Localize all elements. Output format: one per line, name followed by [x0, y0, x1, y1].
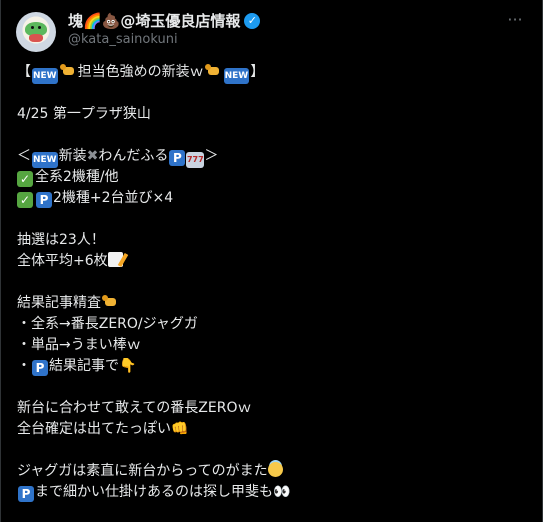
angle-close: ＞ [204, 148, 219, 164]
text-line: P まで細かい仕掛けあるのは探し甲斐も👀 [17, 482, 527, 503]
headline-text: 担当色強めの新装ｗ [77, 64, 204, 80]
parking-badge-icon: P [32, 360, 48, 376]
text-line: 【NEW 担当色強めの新装ｗ NEW】 [17, 62, 527, 84]
cross-mark-icon: ✖ [86, 148, 99, 164]
comment-text: 新台に合わせて敢えての番長ZEROｗ [17, 400, 252, 416]
bullet-text: ・全系→番長ZERO/ジャグガ [17, 316, 198, 332]
text-line: 抽選は23人！ [17, 230, 527, 251]
event-text: わんだふる [98, 148, 169, 164]
text-line: ジャグガは素直に新台からってのがまた [17, 461, 527, 482]
comment-text: 全台確定は出てたっぽい [17, 421, 171, 437]
check-mark-icon: ✓ [17, 171, 33, 187]
bullet-text: 結果記事で [49, 358, 119, 374]
text-line: 全体平均+6枚 [17, 251, 527, 272]
date-store-text: 4/25 第一プラザ狭山 [17, 106, 151, 122]
text-line: ✓ P 2機種+2台並び×4 [17, 188, 527, 209]
parking-badge-icon: P [36, 192, 52, 208]
new-badge-icon: NEW [223, 68, 250, 84]
result-text: 全系2機種/他 [35, 169, 119, 185]
check-mark-icon: ✓ [17, 192, 33, 208]
text-line: ＜ NEW 新装✖わんだふる P 777＞ [17, 146, 527, 168]
text-line: 4/25 第一プラザ狭山 [17, 104, 527, 125]
comment-text: ジャグガは素直に新台からってのがまた [17, 463, 268, 479]
smiling-halo-icon [267, 462, 283, 477]
text-line: ・ P 結果記事で👇 [17, 356, 527, 377]
new-badge-icon: NEW [32, 68, 58, 84]
bracket-close: 】 [250, 64, 265, 80]
text-line: ✓ 全系2機種/他 [17, 167, 527, 188]
parking-badge-icon: P [18, 486, 34, 502]
cat-icon [204, 64, 222, 78]
cat-icon [59, 64, 77, 78]
cat-icon [102, 295, 119, 309]
tweet-text: 【NEW 担当色強めの新装ｗ NEW】 4/25 第一プラザ狭山 ＜ NEW 新装✖わん… [17, 62, 527, 503]
name-row: 塊🌈💩@埼玉優良店情報 ✓ [68, 10, 261, 31]
event-text: 新装 [58, 148, 87, 164]
lottery-text: 抽選は23人！ [17, 232, 105, 248]
eyes-icon: 👀 [273, 484, 290, 500]
slot-machine-icon: 777 [186, 152, 205, 168]
bullet-dot: ・ [17, 358, 31, 374]
point-down-icon: 👇 [119, 358, 137, 374]
new-badge-icon: NEW [32, 152, 58, 168]
comment-text: まで細かい仕掛けあるのは探し甲斐も [35, 484, 273, 500]
user-handle[interactable]: @kata_sainokuni [68, 32, 178, 47]
text-line: 新台に合わせて敢えての番長ZEROｗ [17, 398, 527, 419]
punch-icon: 👊 [171, 421, 189, 437]
more-options-icon[interactable]: ··· [503, 12, 527, 32]
tweet-header: 塊🌈💩@埼玉優良店情報 ✓ @kata_sainokuni ··· [16, 8, 527, 52]
memo-icon [107, 252, 123, 267]
avatar[interactable] [16, 12, 56, 52]
bullet-text: ・単品→うまい棒ｗ [17, 337, 141, 353]
text-line: ・全系→番長ZERO/ジャグガ [17, 314, 527, 335]
parking-badge-icon: P [169, 150, 186, 166]
result-text: 2機種+2台並び×4 [53, 190, 174, 206]
verified-badge-icon: ✓ [244, 12, 261, 29]
bracket-open: 【 [17, 64, 31, 80]
text-line: ・単品→うまい棒ｗ [17, 335, 527, 356]
angle-open: ＜ [17, 148, 31, 164]
review-text: 結果記事精査 [17, 295, 101, 311]
display-name[interactable]: 塊🌈💩@埼玉優良店情報 [68, 10, 240, 31]
text-line: 全台確定は出てたっぽい👊 [17, 419, 527, 440]
average-text: 全体平均+6枚 [17, 253, 108, 269]
text-line: 結果記事精査 [17, 293, 527, 314]
